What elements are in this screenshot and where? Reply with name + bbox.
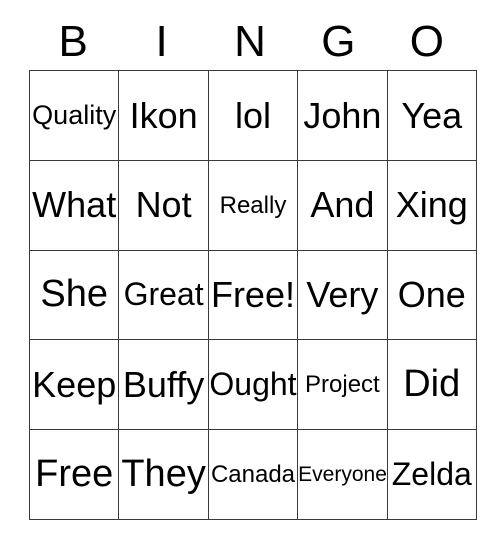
bingo-cell[interactable]: Ikon — [118, 70, 209, 161]
bingo-grid: Quality Ikon lol John Yea What Not Reall… — [28, 70, 477, 520]
bingo-cell[interactable]: Buffy — [118, 339, 209, 431]
bingo-cell[interactable]: lol — [207, 70, 299, 161]
bingo-cell-free-space[interactable]: Free! — [207, 249, 299, 341]
bingo-row: Keep Buffy Ought Project Did — [28, 339, 477, 431]
bingo-cell[interactable]: Great — [118, 249, 209, 341]
bingo-cell-label: Free — [35, 452, 114, 495]
bingo-cell[interactable]: Did — [386, 339, 477, 431]
bingo-row: Quality Ikon lol John Yea — [28, 70, 477, 161]
bingo-cell-label: And — [310, 184, 375, 226]
bingo-cell-label: Ikon — [129, 94, 198, 136]
bingo-cell-label: John — [303, 94, 382, 136]
bingo-cell-label: Keep — [32, 363, 117, 405]
bingo-cell[interactable]: And — [297, 159, 388, 251]
bingo-cell-label: They — [121, 452, 206, 495]
bingo-cell-label: She — [40, 273, 108, 316]
bingo-cell-label: Buffy — [122, 363, 205, 405]
bingo-cell[interactable]: John — [297, 70, 388, 161]
bingo-cell-label: Everyone — [298, 462, 387, 486]
bingo-cell-label: lol — [234, 94, 271, 136]
bingo-cell-label: Canada — [210, 460, 296, 488]
bingo-cell-label: What — [32, 184, 117, 226]
bingo-cell-label: Xing — [395, 184, 468, 226]
bingo-cell[interactable]: Keep — [28, 339, 120, 431]
bingo-cell[interactable]: They — [118, 429, 209, 520]
bingo-cell-label: Yea — [401, 94, 463, 136]
bingo-cell-label: Zelda — [391, 455, 472, 492]
bingo-row: She Great Free! Very One — [28, 249, 477, 341]
bingo-cell-label: Really — [219, 191, 287, 219]
bingo-cell[interactable]: Canada — [207, 429, 299, 520]
bingo-cell[interactable]: Not — [118, 159, 209, 251]
bingo-cell-label: Project — [305, 371, 380, 399]
bingo-header-letter-o: O — [409, 17, 444, 66]
bingo-cell-label: Free! — [210, 274, 295, 316]
bingo-header-letter-b: B — [58, 17, 88, 66]
bingo-cell-label: Quality — [32, 100, 117, 131]
bingo-cell-label: Great — [123, 276, 204, 313]
bingo-header-letter-n: N — [234, 17, 266, 66]
bingo-cell[interactable]: Free — [28, 429, 120, 520]
bingo-cell[interactable]: She — [28, 249, 120, 341]
bingo-header-letter-g: G — [321, 17, 356, 66]
bingo-cell[interactable]: Ought — [207, 339, 299, 431]
bingo-cell-label: Did — [403, 362, 461, 405]
bingo-cell-label: Very — [306, 274, 379, 316]
bingo-cell[interactable]: Zelda — [386, 429, 477, 520]
bingo-header-row: B I N G O — [29, 0, 471, 70]
bingo-cell[interactable]: One — [386, 249, 477, 341]
bingo-cell[interactable]: Project — [297, 339, 388, 431]
bingo-cell[interactable]: Quality — [28, 70, 120, 161]
bingo-cell-label: One — [397, 274, 466, 316]
bingo-cell[interactable]: Very — [297, 249, 388, 341]
bingo-cell-label: Ought — [209, 365, 297, 402]
bingo-cell[interactable]: Really — [207, 159, 299, 251]
bingo-cell[interactable]: Xing — [386, 159, 477, 251]
bingo-row: What Not Really And Xing — [28, 159, 477, 251]
bingo-cell-label: Not — [135, 184, 192, 226]
bingo-header-letter-i: I — [155, 17, 168, 66]
bingo-cell[interactable]: What — [28, 159, 120, 251]
bingo-row: Free They Canada Everyone Zelda — [28, 429, 477, 520]
bingo-cell[interactable]: Yea — [386, 70, 477, 161]
bingo-cell[interactable]: Everyone — [297, 429, 388, 520]
bingo-card: B I N G O Quality Ikon lol John Yea What… — [28, 0, 477, 520]
